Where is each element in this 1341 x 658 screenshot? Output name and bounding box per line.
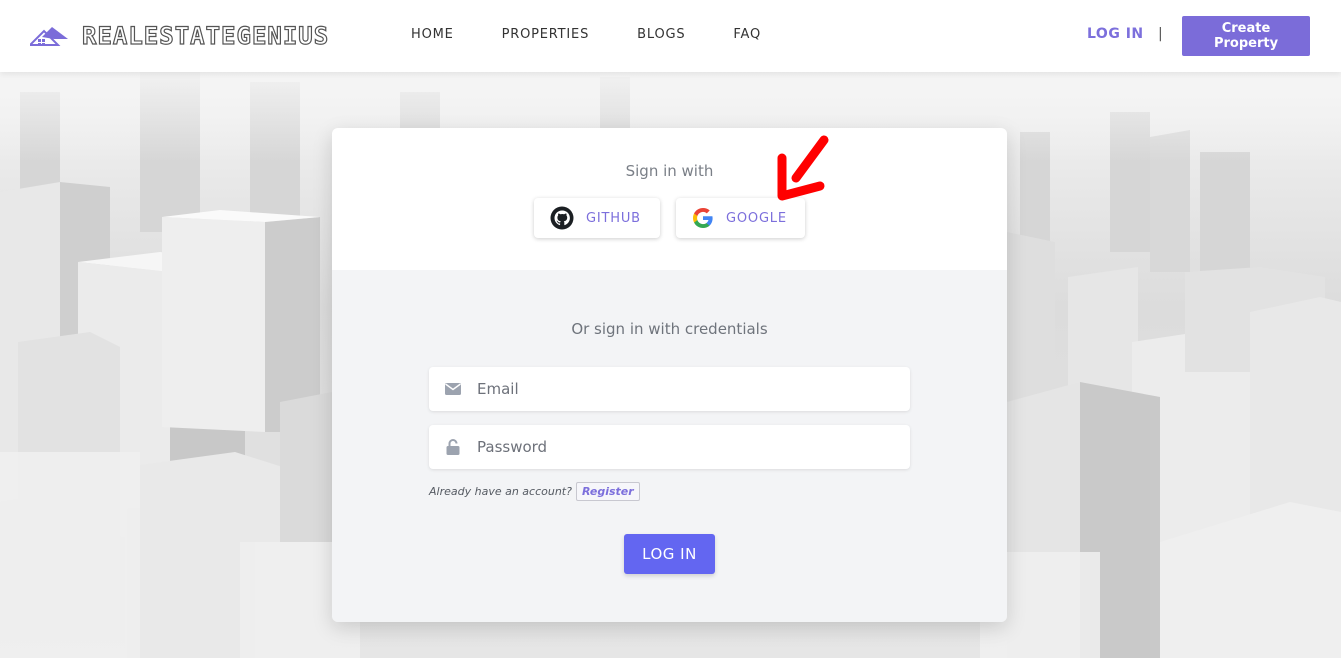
account-prompt: Already have an account? Register bbox=[429, 482, 640, 501]
nav-blogs[interactable]: BLOGS bbox=[637, 27, 685, 42]
google-icon bbox=[693, 208, 713, 228]
account-text: Already have an account? bbox=[429, 485, 572, 498]
logo-text: REALESTATEGENIUS bbox=[81, 21, 330, 50]
unlock-icon bbox=[445, 439, 461, 455]
main-nav: HOME PROPERTIES BLOGS FAQ bbox=[411, 27, 809, 42]
github-login-button[interactable]: GITHUB bbox=[534, 198, 660, 238]
red-arrow-annotation bbox=[777, 135, 829, 201]
email-field-wrapper bbox=[429, 367, 910, 411]
nav-properties[interactable]: PROPERTIES bbox=[502, 27, 590, 42]
envelope-icon bbox=[445, 381, 461, 397]
github-icon bbox=[550, 206, 574, 230]
google-label: GOOGLE bbox=[726, 210, 787, 226]
sign-in-with-heading: Sign in with bbox=[625, 162, 714, 180]
github-label: GITHUB bbox=[586, 210, 641, 226]
google-login-button[interactable]: GOOGLE bbox=[676, 198, 805, 238]
top-navbar: REALESTATEGENIUS HOME PROPERTIES BLOGS F… bbox=[0, 0, 1341, 72]
house-logo-icon bbox=[30, 27, 68, 46]
create-property-button[interactable]: Create Property bbox=[1182, 16, 1310, 56]
nav-home[interactable]: HOME bbox=[411, 27, 454, 42]
or-sign-in-heading: Or sign in with credentials bbox=[571, 320, 768, 338]
password-input[interactable] bbox=[475, 437, 895, 457]
password-field-wrapper bbox=[429, 425, 910, 469]
nav-faq[interactable]: FAQ bbox=[733, 27, 761, 42]
register-link[interactable]: Register bbox=[575, 482, 640, 501]
credentials-section: Or sign in with credentials Already have… bbox=[332, 270, 1007, 622]
login-button[interactable]: LOG IN bbox=[624, 534, 715, 574]
social-login-section: Sign in with GITHUB GOOGLE bbox=[332, 128, 1007, 270]
login-card: Sign in with GITHUB GOOGLE Or sign in wi… bbox=[332, 128, 1007, 622]
nav-separator: | bbox=[1158, 26, 1163, 42]
email-input[interactable] bbox=[475, 379, 895, 399]
nav-login-link[interactable]: LOG IN bbox=[1087, 26, 1144, 42]
logo[interactable]: REALESTATEGENIUS bbox=[30, 20, 329, 52]
